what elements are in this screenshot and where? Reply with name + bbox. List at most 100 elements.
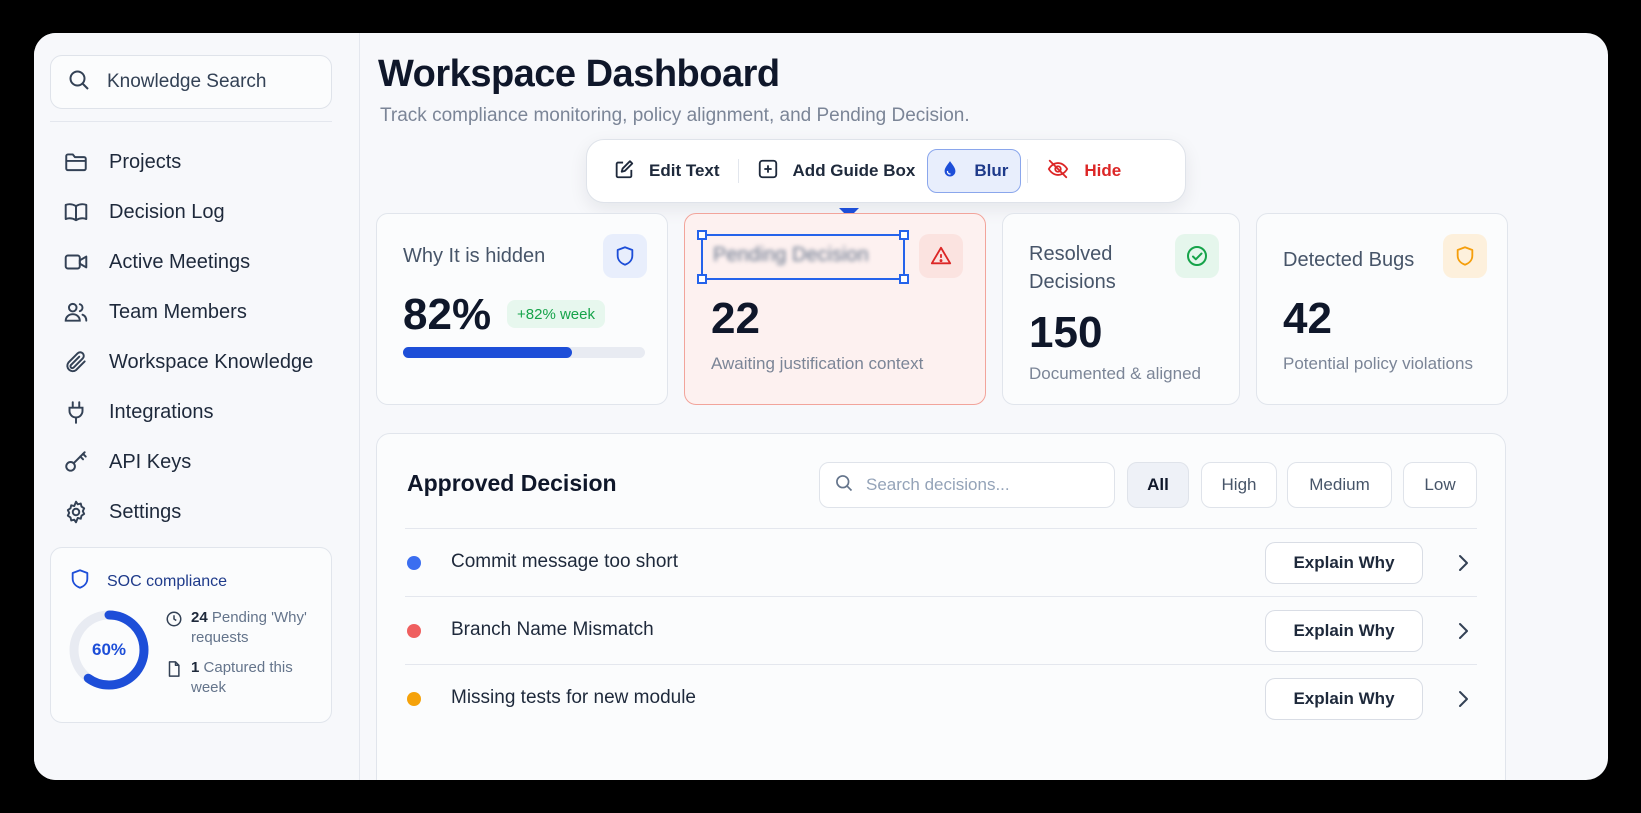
hidden-progress-bar xyxy=(403,347,645,358)
sidebar-item-workspace-knowledge[interactable]: Workspace Knowledge xyxy=(62,337,352,387)
video-icon xyxy=(62,248,90,276)
stat-value: 22 xyxy=(711,294,760,343)
toolbar-divider xyxy=(1027,159,1029,183)
pending-requests-stat: 24 Pending 'Why' requests xyxy=(165,608,319,648)
stat-value: 150 xyxy=(1029,308,1103,357)
search-icon xyxy=(67,68,91,97)
stat-label-line1: Resolved xyxy=(1029,243,1113,265)
decision-name: Missing tests for new module xyxy=(451,687,696,708)
hide-button[interactable]: Hide xyxy=(1034,149,1133,193)
sidebar-item-active-meetings[interactable]: Active Meetings xyxy=(62,237,352,287)
paperclip-icon xyxy=(62,348,90,376)
stat-label: Why It is hidden xyxy=(403,245,546,267)
decision-search[interactable] xyxy=(819,462,1115,508)
clock-icon xyxy=(165,610,185,648)
chevron-right-icon[interactable] xyxy=(1451,619,1475,643)
edit-icon xyxy=(613,158,635,185)
toolbar-divider xyxy=(737,159,739,183)
users-icon xyxy=(62,298,90,326)
filter-medium[interactable]: Medium xyxy=(1287,462,1392,508)
check-circle-icon xyxy=(1175,234,1219,278)
panel-title: Approved Decision xyxy=(407,470,617,496)
pending-count: 24 xyxy=(191,609,208,626)
trend-badge: +82% week xyxy=(507,300,605,328)
captured-stat: 1 Captured this week xyxy=(165,658,319,698)
add-guide-box-label: Add Guide Box xyxy=(792,161,916,180)
shield-icon xyxy=(69,568,91,595)
sidebar-item-integrations[interactable]: Integrations xyxy=(62,387,352,437)
shield-icon xyxy=(603,234,647,278)
sidebar-item-projects[interactable]: Projects xyxy=(62,137,352,187)
knowledge-search[interactable]: Knowledge Search xyxy=(50,55,332,109)
selection-box[interactable]: Pending Decision xyxy=(697,230,909,284)
add-guide-box-button[interactable]: Add Guide Box xyxy=(745,149,928,193)
stat-description: Potential policy violations xyxy=(1283,354,1473,373)
document-icon xyxy=(165,660,185,698)
blur-label: Blur xyxy=(974,161,1009,180)
search-icon xyxy=(834,473,854,498)
compliance-percent: 60% xyxy=(91,640,127,659)
filter-low[interactable]: Low xyxy=(1403,462,1477,508)
stat-card-resolved[interactable]: Resolved Decisions 150 Documented & alig… xyxy=(1002,213,1240,405)
blur-button[interactable]: Blur xyxy=(927,149,1022,193)
decision-search-input[interactable] xyxy=(866,475,1106,495)
main-content: Workspace Dashboard Track compliance mon… xyxy=(360,33,1608,780)
sidebar-item-decision-log[interactable]: Decision Log xyxy=(62,187,352,237)
page-subtitle: Track compliance monitoring, policy alig… xyxy=(380,105,970,126)
decision-row: Missing tests for new module Explain Why xyxy=(405,664,1477,732)
soc-compliance-title: SOC compliance xyxy=(69,568,227,595)
priority-dot xyxy=(407,692,421,706)
sidebar-item-label: Projects xyxy=(109,150,182,173)
sidebar-item-label: Team Members xyxy=(109,300,247,323)
decision-name: Commit message too short xyxy=(451,551,679,572)
pending-text: Pending 'Why' requests xyxy=(191,609,307,646)
warning-icon xyxy=(919,234,963,278)
sidebar-item-api-keys[interactable]: API Keys xyxy=(62,437,352,487)
shield-warning-icon xyxy=(1443,234,1487,278)
explain-why-button[interactable]: Explain Why xyxy=(1265,678,1423,720)
knowledge-search-label: Knowledge Search xyxy=(107,71,267,92)
droplet-icon xyxy=(940,158,960,185)
chevron-right-icon[interactable] xyxy=(1451,687,1475,711)
priority-dot xyxy=(407,624,421,638)
resize-handle[interactable] xyxy=(899,274,909,284)
resize-handle[interactable] xyxy=(697,230,707,240)
sidebar-nav: Projects Decision Log Active Meetings Te… xyxy=(62,137,352,537)
sidebar-item-label: Active Meetings xyxy=(109,250,251,273)
stat-card-hidden[interactable]: Why It is hidden 82% +82% week xyxy=(376,213,668,405)
key-icon xyxy=(62,448,90,476)
sidebar-item-settings[interactable]: Settings xyxy=(62,487,352,537)
sidebar-item-label: Workspace Knowledge xyxy=(109,350,314,373)
sidebar-item-label: Decision Log xyxy=(109,200,225,223)
book-icon xyxy=(62,198,90,226)
gear-icon xyxy=(62,498,90,526)
captured-count: 1 xyxy=(191,659,200,676)
explain-why-button[interactable]: Explain Why xyxy=(1265,610,1423,652)
stat-label-blurred: Pending Decision xyxy=(713,244,869,266)
resize-handle[interactable] xyxy=(697,274,707,284)
stat-label: Resolved Decisions xyxy=(1029,240,1116,296)
filter-all[interactable]: All xyxy=(1127,462,1189,508)
resize-handle[interactable] xyxy=(899,230,909,240)
hide-label: Hide xyxy=(1084,161,1122,180)
floating-edit-toolbar: Edit Text Add Guide Box Blur Hide xyxy=(586,139,1186,203)
sidebar-item-label: Integrations xyxy=(109,400,214,423)
edit-text-button[interactable]: Edit Text xyxy=(601,149,732,193)
stat-description: Awaiting justification context xyxy=(711,354,924,373)
chevron-right-icon[interactable] xyxy=(1451,551,1475,575)
decision-row: Branch Name Mismatch Explain Why xyxy=(405,596,1477,664)
sidebar-item-label: Settings xyxy=(109,500,182,523)
priority-dot xyxy=(407,556,421,570)
hidden-progress-fill xyxy=(403,347,573,358)
stat-card-pending[interactable]: Pending Decision 22 Awaiting justificati… xyxy=(684,213,986,405)
explain-why-button[interactable]: Explain Why xyxy=(1265,542,1423,584)
sidebar-item-team-members[interactable]: Team Members xyxy=(62,287,352,337)
filter-high[interactable]: High xyxy=(1201,462,1277,508)
page-title: Workspace Dashboard xyxy=(378,53,780,95)
sidebar: Knowledge Search Projects Decision Log A… xyxy=(34,33,360,780)
stat-label: Detected Bugs xyxy=(1283,249,1415,271)
sidebar-item-label: API Keys xyxy=(109,450,192,473)
sidebar-divider xyxy=(50,121,332,122)
eye-off-icon xyxy=(1046,158,1070,185)
stat-card-bugs[interactable]: Detected Bugs 42 Potential policy violat… xyxy=(1256,213,1508,405)
